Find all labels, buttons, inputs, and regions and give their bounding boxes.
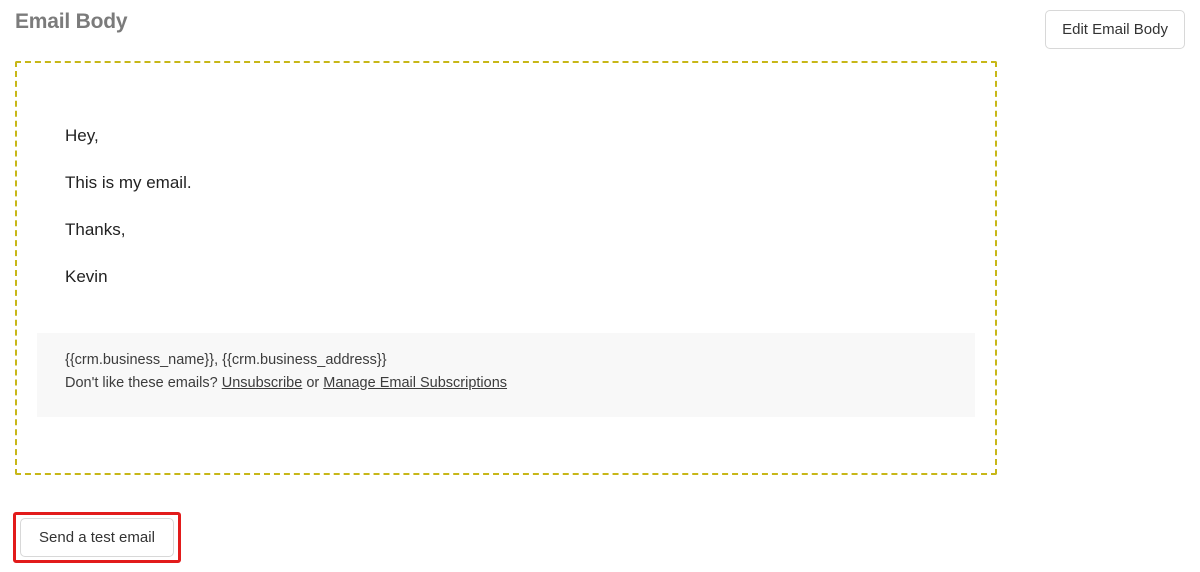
section-title: Email Body [15, 10, 127, 34]
email-content: Hey, This is my email. Thanks, Kevin [37, 81, 975, 333]
edit-email-body-button[interactable]: Edit Email Body [1045, 10, 1185, 49]
footer-merge-vars: {{crm.business_name}}, {{crm.business_ad… [65, 349, 947, 372]
email-signature: Kevin [65, 266, 945, 289]
manage-subscriptions-link[interactable]: Manage Email Subscriptions [323, 375, 507, 391]
send-test-highlight: Send a test email [13, 512, 181, 563]
unsubscribe-link[interactable]: Unsubscribe [222, 375, 303, 391]
email-body-text: This is my email. [65, 172, 945, 195]
email-signoff: Thanks, [65, 219, 945, 242]
footer-unsubscribe-line: Don't like these emails? Unsubscribe or … [65, 372, 947, 395]
email-footer: {{crm.business_name}}, {{crm.business_ad… [37, 333, 975, 395]
send-test-email-button[interactable]: Send a test email [20, 518, 174, 557]
footer-prefix: Don't like these emails? [65, 375, 222, 391]
email-preview-outer: Hey, This is my email. Thanks, Kevin {{c… [37, 81, 975, 417]
email-greeting: Hey, [65, 125, 945, 148]
footer-middle: or [302, 375, 323, 391]
email-body-section: Email Body Edit Email Body Hey, This is … [0, 0, 1200, 485]
section-header: Email Body Edit Email Body [15, 10, 1185, 49]
email-preview-box: Hey, This is my email. Thanks, Kevin {{c… [15, 61, 997, 475]
